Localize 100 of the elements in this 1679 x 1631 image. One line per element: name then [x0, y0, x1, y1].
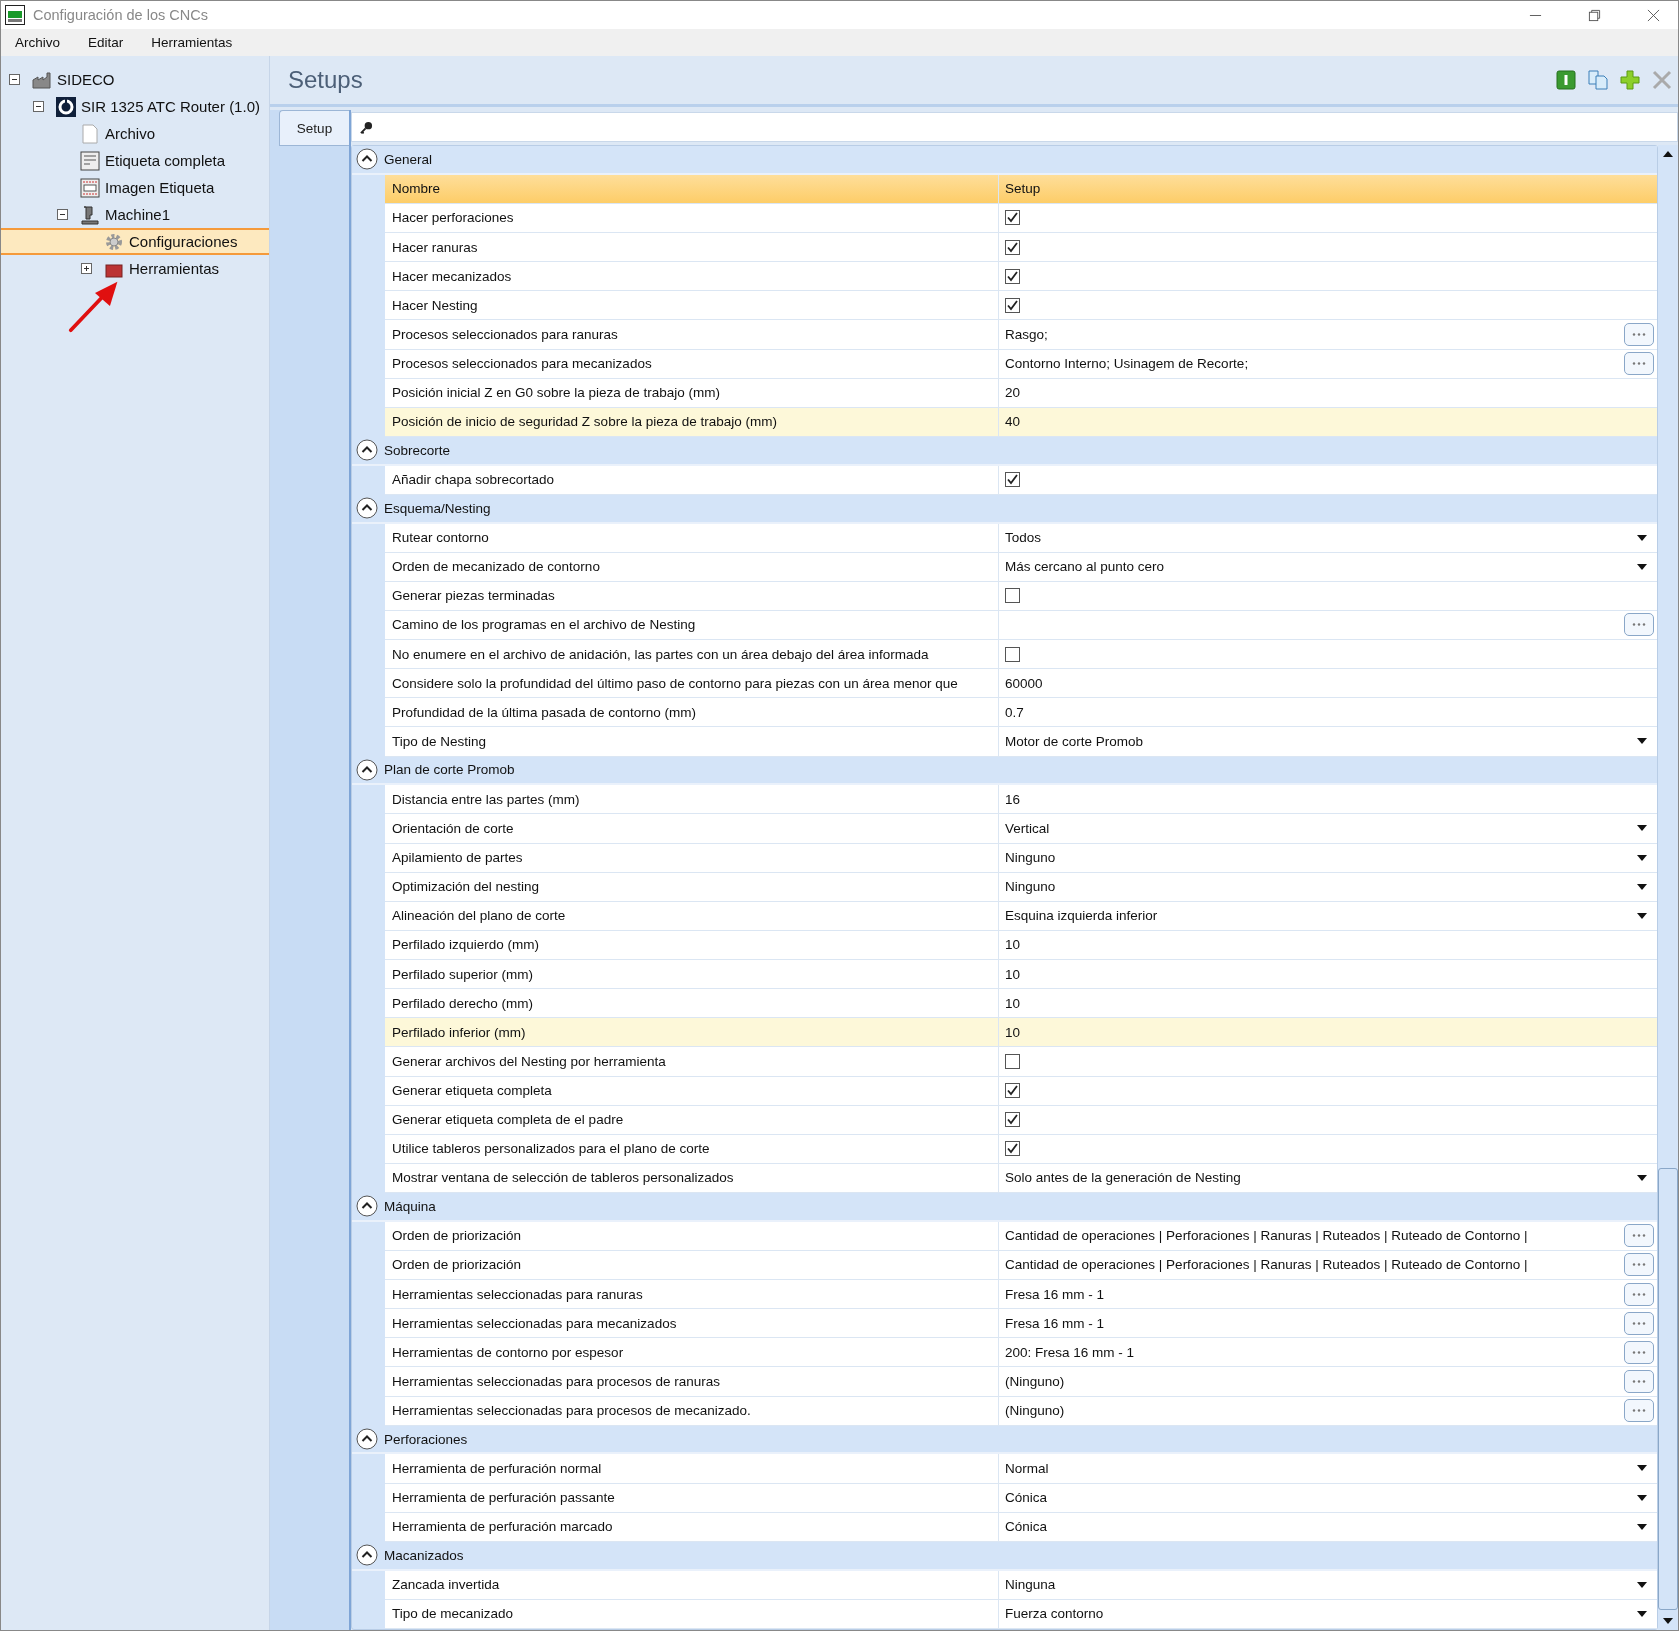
checkbox[interactable] — [1005, 1112, 1020, 1128]
property-row[interactable]: Tipo de Nesting Motor de corte Promob — [385, 727, 1657, 757]
dropdown-arrow-icon[interactable] — [1637, 912, 1647, 919]
property-row[interactable]: Generar etiqueta completa — [385, 1076, 1657, 1106]
scroll-up-icon[interactable] — [1663, 151, 1673, 157]
group-header[interactable]: General — [352, 146, 1657, 175]
property-row[interactable]: Profundidad de la última pasada de contorno (mm) 0.7 — [385, 698, 1657, 728]
tree-item[interactable]: Imagen Etiqueta — [1, 174, 269, 201]
checkbox[interactable] — [1005, 646, 1020, 662]
tree-item[interactable]: SIR 1325 ATC Router (1.0) — [1, 93, 269, 120]
collapse-icon[interactable] — [9, 74, 20, 85]
property-row[interactable]: Orden de mecanizado de contorno Más cercano al punto cero — [385, 552, 1657, 582]
property-row[interactable]: Hacer mecanizados — [385, 262, 1657, 292]
collapse-icon[interactable] — [356, 148, 378, 171]
checkbox[interactable] — [1005, 472, 1020, 488]
property-row[interactable]: Herramienta de perfuración normal Normal — [385, 1454, 1657, 1484]
dropdown-arrow-icon[interactable] — [1637, 563, 1647, 570]
property-row[interactable]: Considere solo la profundidad del último paso de contorno para piezas con un área menor que 60000 — [385, 669, 1657, 699]
property-row[interactable]: Posición inicial Z en G0 sobre la pieza de trabajo (mm) 20 — [385, 378, 1657, 408]
property-row[interactable]: Orden de priorización Cantidad de operaciones | Perforaciones | Ranuras | Ruteados | Ruteado de Contorno | — [385, 1221, 1657, 1251]
property-row[interactable]: Herramientas seleccionadas para mecanizados Fresa 16 mm - 1 — [385, 1309, 1657, 1339]
dropdown-arrow-icon[interactable] — [1637, 534, 1647, 541]
checkbox[interactable] — [1005, 268, 1020, 284]
dropdown-arrow-icon[interactable] — [1637, 1174, 1647, 1181]
property-row[interactable]: Perfilado inferior (mm) 10 — [385, 1018, 1657, 1048]
property-row[interactable]: Herramientas seleccionadas para ranuras Fresa 16 mm - 1 — [385, 1280, 1657, 1310]
property-row[interactable]: Herramienta de perfuración passante Cónica — [385, 1483, 1657, 1513]
collapse-icon[interactable] — [356, 1544, 378, 1567]
property-row[interactable]: Hacer ranuras — [385, 233, 1657, 263]
scroll-down-icon[interactable] — [1663, 1618, 1673, 1624]
property-row[interactable]: Herramientas seleccionadas para procesos de mecanizado. (Ninguno) — [385, 1396, 1657, 1426]
checkbox[interactable] — [1005, 1141, 1020, 1157]
close-icon[interactable] — [1647, 8, 1660, 22]
property-row[interactable]: Alineación del plano de corte Esquina izquierda inferior — [385, 901, 1657, 931]
property-row[interactable]: Hacer perforaciones — [385, 203, 1657, 233]
tree-item[interactable]: Herramientas — [1, 255, 269, 282]
property-row[interactable]: Perfilado derecho (mm) 10 — [385, 989, 1657, 1019]
checkbox[interactable] — [1005, 588, 1020, 604]
collapse-icon[interactable] — [356, 758, 378, 781]
restore-icon[interactable] — [1588, 8, 1601, 22]
property-row[interactable]: No enumere en el archivo de anidación, las partes con un área debajo del área informada — [385, 640, 1657, 670]
property-row[interactable]: Mostrar ventana de selección de tableros personalizados Solo antes de la generación de Nesting — [385, 1163, 1657, 1193]
group-header[interactable]: Plan de corte Promob — [352, 756, 1657, 786]
property-row[interactable]: Herramientas seleccionadas para procesos de ranuras (Ninguno) — [385, 1367, 1657, 1397]
property-row[interactable]: Generar archivos del Nesting por herramienta — [385, 1047, 1657, 1077]
dropdown-arrow-icon[interactable] — [1637, 1465, 1647, 1472]
property-row[interactable]: Generar etiqueta completa de el padre — [385, 1105, 1657, 1135]
menu-item[interactable]: Editar — [88, 35, 124, 50]
property-row[interactable]: Perfilado izquierdo (mm) 10 — [385, 930, 1657, 960]
menu-item[interactable]: Archivo — [15, 35, 60, 50]
property-row[interactable]: Herramienta de perfuración marcado Cónica — [385, 1512, 1657, 1542]
tree-item[interactable]: Machine1 — [1, 201, 269, 228]
collapse-icon[interactable] — [356, 1195, 378, 1218]
property-row[interactable]: Apilamiento de partes Ninguno — [385, 843, 1657, 873]
property-row[interactable]: Añadir chapa sobrecortado — [385, 465, 1657, 495]
dropdown-arrow-icon[interactable] — [1637, 738, 1647, 745]
tree-item[interactable]: SIDECO — [1, 66, 269, 93]
menu-item[interactable]: Herramientas — [151, 35, 233, 50]
checkbox[interactable] — [1005, 1083, 1020, 1099]
scrollbar[interactable] — [1658, 145, 1678, 1630]
dropdown-arrow-icon[interactable] — [1637, 883, 1647, 890]
collapse-icon[interactable] — [33, 101, 44, 112]
tree-item[interactable]: Etiqueta completa — [1, 147, 269, 174]
dropdown-arrow-icon[interactable] — [1637, 825, 1647, 832]
property-row[interactable]: Zancada invertida Ninguna — [385, 1570, 1657, 1600]
group-header[interactable]: Máquina — [352, 1193, 1657, 1222]
property-row[interactable]: Herramientas de contorno por espesor 200: Fresa 16 mm - 1 — [385, 1338, 1657, 1368]
property-row[interactable]: Posición de inicio de seguridad Z sobre la pieza de trabajo (mm) 40 — [385, 407, 1657, 437]
dropdown-arrow-icon[interactable] — [1637, 854, 1647, 861]
property-row[interactable]: Orden de priorización Cantidad de operaciones | Perforaciones | Ranuras | Ruteados | Ruteado de Contorno | — [385, 1250, 1657, 1280]
property-row[interactable]: Generar piezas terminadas — [385, 581, 1657, 611]
group-header[interactable]: Perforaciones — [352, 1425, 1657, 1455]
checkbox[interactable] — [1005, 239, 1020, 255]
tree-item[interactable]: Configuraciones — [1, 228, 269, 255]
checkbox[interactable] — [1005, 297, 1020, 313]
property-row[interactable]: Tipo de mecanizado Fuerza contorno — [385, 1599, 1657, 1629]
dropdown-arrow-icon[interactable] — [1637, 1494, 1647, 1501]
collapse-icon[interactable] — [57, 209, 68, 220]
property-row[interactable]: Hacer Nesting — [385, 291, 1657, 321]
property-row[interactable]: Procesos seleccionados para mecanizados Contorno Interno; Usinagem de Recorte; — [385, 349, 1657, 379]
tab[interactable]: Setup — [279, 110, 349, 146]
property-row[interactable]: Utilice tableros personalizados para el plano de corte — [385, 1134, 1657, 1164]
property-row[interactable]: Perfilado superior (mm) 10 — [385, 960, 1657, 990]
property-row[interactable]: Distancia entre las partes (mm) 16 — [385, 785, 1657, 815]
tree-item[interactable]: Archivo — [1, 120, 269, 147]
collapse-icon[interactable] — [356, 439, 378, 462]
property-row[interactable]: Rutear contorno Todos — [385, 523, 1657, 553]
collapse-icon[interactable] — [356, 1428, 378, 1450]
group-header[interactable]: Sobrecorte — [352, 436, 1657, 466]
scrollbar-thumb[interactable] — [1658, 1168, 1678, 1610]
group-header[interactable]: Macanizados — [352, 1541, 1657, 1571]
checkbox[interactable] — [1005, 210, 1020, 226]
property-row[interactable]: Orientación de corte Vertical — [385, 814, 1657, 844]
group-header[interactable]: Esquema/Nesting — [352, 494, 1657, 524]
bar-tile-icon[interactable] — [1556, 70, 1576, 90]
dropdown-arrow-icon[interactable] — [1637, 1581, 1647, 1588]
collapse-icon[interactable] — [356, 497, 378, 520]
dropdown-arrow-icon[interactable] — [1637, 1610, 1647, 1617]
property-row[interactable]: Optimización del nesting Ninguno — [385, 872, 1657, 902]
property-row[interactable]: Procesos seleccionados para ranuras Rasgo; — [385, 320, 1657, 350]
